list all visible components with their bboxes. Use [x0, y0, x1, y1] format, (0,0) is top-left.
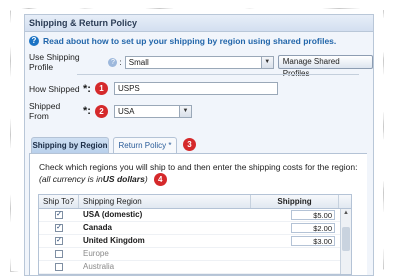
- profile-colon: :: [119, 57, 122, 67]
- callout-badge-3: 3: [183, 138, 196, 151]
- grid-scrollbar[interactable]: ▲: [340, 209, 351, 274]
- table-row: Europe: [39, 248, 351, 261]
- shipped-from-select[interactable]: USA ▼: [113, 104, 192, 118]
- currency-note-suffix: ): [144, 174, 148, 184]
- region-name: Europe: [83, 249, 109, 258]
- ship-to-checkbox[interactable]: [55, 250, 63, 258]
- ship-to-checkbox[interactable]: ✓: [55, 237, 63, 245]
- currency-note-bold: US dollars: [102, 174, 145, 184]
- tab-return-policy[interactable]: Return Policy *: [113, 137, 177, 153]
- how-shipped-label: How Shipped: [29, 83, 80, 94]
- scrollbar-thumb[interactable]: [342, 227, 350, 251]
- profile-row: Use Shipping Profile ? : Small ▼ Manage …: [29, 52, 373, 78]
- help-link[interactable]: Read about how to set up your shipping b…: [43, 36, 336, 46]
- profile-select-value: Small: [128, 57, 149, 67]
- instructions-line-1: Check which regions you will ship to and…: [39, 162, 358, 172]
- manage-shared-profiles-button[interactable]: Manage Shared Profiles: [277, 55, 373, 78]
- grid-header: Ship To? Shipping Region Shipping: [39, 195, 351, 209]
- ship-to-checkbox[interactable]: ✓: [55, 211, 63, 219]
- chevron-down-icon[interactable]: ▼: [178, 105, 191, 117]
- shipped-from-label: Shipped From: [29, 101, 61, 121]
- shipped-from-row: Shipped From *: 2 USA ▼: [29, 101, 192, 121]
- chevron-down-icon[interactable]: ▼: [260, 56, 273, 68]
- col-header-shipping[interactable]: Shipping: [251, 195, 339, 208]
- region-name: Australia: [83, 262, 115, 271]
- col-header-ship-to[interactable]: Ship To?: [39, 195, 79, 208]
- tab-content: Check which regions you will ship to and…: [29, 154, 367, 275]
- col-header-region[interactable]: Shipping Region: [79, 195, 251, 208]
- instructions: Check which regions you will ship to and…: [30, 154, 367, 186]
- how-shipped-row: How Shipped *: 1 USPS: [29, 82, 278, 95]
- region-name: Canada: [83, 223, 112, 232]
- shipped-from-select-value: USA: [117, 106, 135, 116]
- profile-help-icon[interactable]: ?: [108, 57, 118, 67]
- table-row: ✓ Canada $2.00: [39, 222, 351, 235]
- ship-to-checkbox[interactable]: [55, 263, 63, 271]
- scroll-up-icon[interactable]: ▲: [341, 209, 351, 218]
- shipping-cost-input[interactable]: $5.00: [291, 210, 335, 220]
- panel-title: Shipping & Return Policy: [25, 15, 373, 32]
- help-icon: ?: [29, 36, 39, 46]
- how-shipped-input[interactable]: USPS: [113, 82, 278, 95]
- ship-to-checkbox[interactable]: ✓: [55, 224, 63, 232]
- profile-select[interactable]: Small ▼: [124, 55, 274, 69]
- shipping-cost-input[interactable]: $2.00: [291, 223, 335, 233]
- instructions-line-2: (all currency is in US dollars) 4: [39, 173, 367, 186]
- table-row: Australia: [39, 261, 351, 274]
- region-name: United Kingdom: [83, 236, 145, 245]
- callout-badge-4: 4: [153, 173, 167, 186]
- table-row: ✓ USA (domestic) $5.00: [39, 209, 351, 222]
- table-row: ✓ United Kingdom $3.00: [39, 235, 351, 248]
- callout-badge-1: 1: [94, 82, 108, 95]
- shipping-cost-input[interactable]: $3.00: [291, 236, 335, 246]
- tab-shipping-by-region[interactable]: Shipping by Region: [31, 137, 109, 153]
- region-name: USA (domestic): [83, 210, 143, 219]
- profile-label: Use Shipping Profile: [29, 52, 80, 72]
- divider: [77, 74, 359, 75]
- required-star: *:: [83, 105, 91, 117]
- tab-bar: Shipping by Region Return Policy * 3: [29, 137, 367, 154]
- help-link-row[interactable]: ? Read about how to set up your shipping…: [25, 32, 373, 46]
- shipping-panel: Shipping & Return Policy ? Read about ho…: [24, 14, 374, 276]
- required-star: *:: [83, 82, 91, 95]
- currency-note-prefix: (all currency is in: [39, 174, 103, 184]
- shipping-regions-grid: Ship To? Shipping Region Shipping ✓ USA …: [38, 194, 352, 275]
- callout-badge-2: 2: [94, 104, 108, 118]
